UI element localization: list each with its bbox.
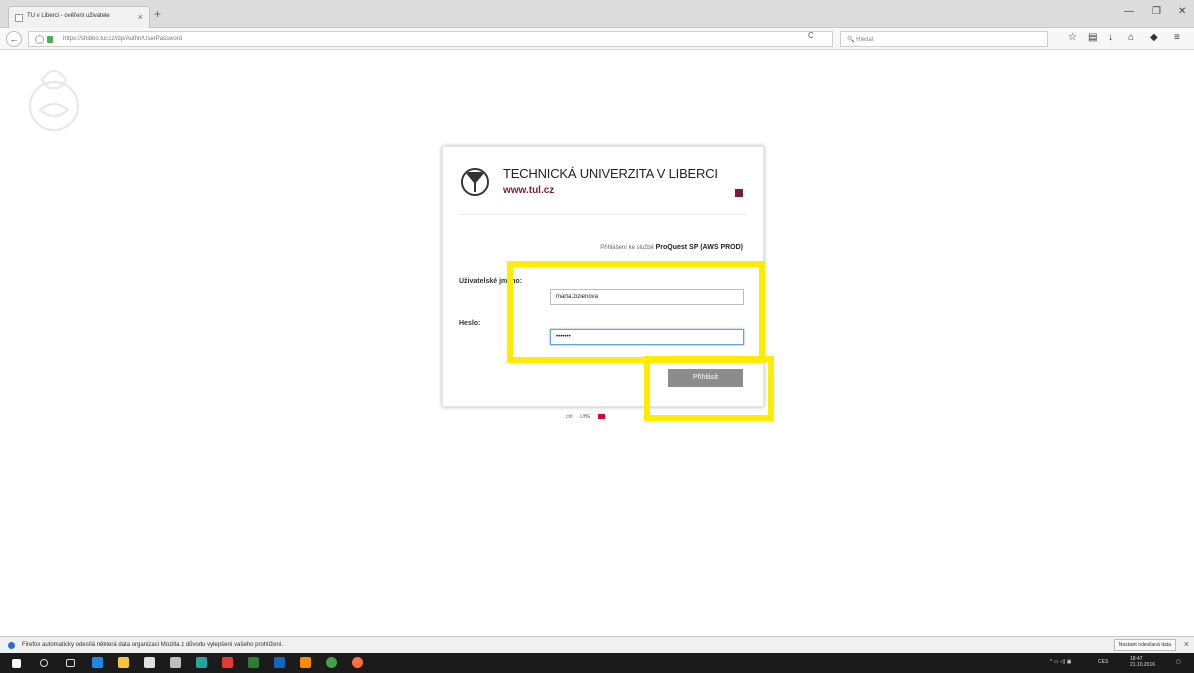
lock-icon	[47, 36, 53, 43]
library-icon[interactable]: ▤	[1088, 32, 1097, 43]
menu-icon[interactable]: ≡	[1174, 32, 1180, 43]
store-icon[interactable]	[144, 657, 155, 668]
url-text: https://shibbo.tul.cz/idp/Authn/UserPass…	[63, 36, 183, 42]
bookmark-star-icon[interactable]: ☆	[1068, 32, 1077, 43]
pocket-icon[interactable]: ◆	[1150, 32, 1158, 43]
search-placeholder: Hledat	[856, 37, 874, 43]
search-icon[interactable]	[40, 659, 48, 667]
notification-bar: Firefox automaticky odesílá některá data…	[0, 636, 1194, 653]
brand-square	[735, 189, 743, 197]
language-link[interactable]: ctrl	[566, 414, 573, 420]
info-dot-icon	[8, 642, 15, 649]
service-name: ProQuest SP (AWS PROD)	[655, 244, 743, 251]
browser-tab[interactable]: TU v Liberci - ověření uživatele ×	[8, 6, 150, 28]
search-input[interactable]: 🔍 Hledat	[840, 31, 1048, 47]
favicon-icon	[15, 14, 23, 22]
new-tab-icon[interactable]: +	[154, 7, 161, 21]
minimize-icon[interactable]: —	[1124, 6, 1134, 17]
firefox-icon[interactable]	[352, 657, 363, 668]
notification-settings-button[interactable]: Nastavit odesílaná data	[1113, 639, 1176, 651]
notifications-icon[interactable]: ▢	[1176, 659, 1181, 665]
password-label: Heslo:	[459, 320, 481, 327]
university-url: www.tul.cz	[503, 185, 555, 196]
tray-icons[interactable]: ^ ▭ ◁) ▣	[1050, 659, 1071, 665]
back-arrow-icon[interactable]: ←	[6, 31, 22, 47]
powerpoint-icon[interactable]	[222, 657, 233, 668]
edge-icon[interactable]	[92, 657, 103, 668]
maximize-icon[interactable]: ❐	[1152, 6, 1161, 17]
excel-icon[interactable]	[248, 657, 259, 668]
tab-title: TU v Liberci - ověření uživatele	[27, 13, 110, 19]
close-icon[interactable]: ×	[1184, 639, 1189, 649]
app-icon[interactable]	[196, 657, 207, 668]
tab-bar: TU v Liberci - ověření uživatele × + — ❐…	[0, 0, 1194, 28]
watermark-logo-icon	[29, 70, 79, 131]
chrome-icon[interactable]	[326, 657, 337, 668]
language-links: ctrl UHE	[566, 414, 611, 420]
home-icon[interactable]: ⌂	[1128, 32, 1134, 43]
app2-icon[interactable]	[300, 657, 311, 668]
calculator-icon[interactable]	[170, 657, 181, 668]
university-logo-icon	[461, 168, 489, 196]
tray-clock[interactable]: 18:47 21.10.2016	[1130, 656, 1155, 668]
windows-start-icon[interactable]	[12, 659, 21, 668]
tray-language[interactable]: CES	[1098, 659, 1108, 665]
close-tab-icon[interactable]: ×	[138, 12, 143, 22]
tray-date: 21.10.2016	[1130, 662, 1156, 668]
reload-icon[interactable]: C	[808, 31, 814, 40]
info-icon[interactable]	[35, 35, 44, 44]
word-icon[interactable]	[274, 657, 285, 668]
uk-flag-icon[interactable]	[598, 414, 606, 420]
divider	[459, 214, 747, 215]
service-info: Přihlášení ke službě ProQuest SP (AWS PR…	[600, 244, 743, 251]
highlight-credentials-box	[507, 261, 765, 363]
taskbar: ^ ▭ ◁) ▣ CES 18:47 21.10.2016 ▢	[0, 653, 1194, 673]
highlight-login-box	[644, 356, 774, 421]
task-view-icon[interactable]	[66, 659, 75, 667]
notification-text: Firefox automaticky odesílá některá data…	[22, 642, 284, 648]
address-bar[interactable]: https://shibbo.tul.cz/idp/Authn/UserPass…	[28, 31, 833, 47]
service-prefix: Přihlášení ke službě	[600, 245, 654, 251]
language-link[interactable]: UHE	[580, 414, 591, 420]
navigation-bar: ← https://shibbo.tul.cz/idp/Authn/UserPa…	[0, 28, 1194, 50]
university-name: TECHNICKÁ UNIVERZITA V LIBERCI	[503, 166, 718, 181]
download-icon[interactable]: ↓	[1108, 32, 1113, 43]
close-window-icon[interactable]: ✕	[1178, 6, 1186, 17]
explorer-icon[interactable]	[118, 657, 129, 668]
